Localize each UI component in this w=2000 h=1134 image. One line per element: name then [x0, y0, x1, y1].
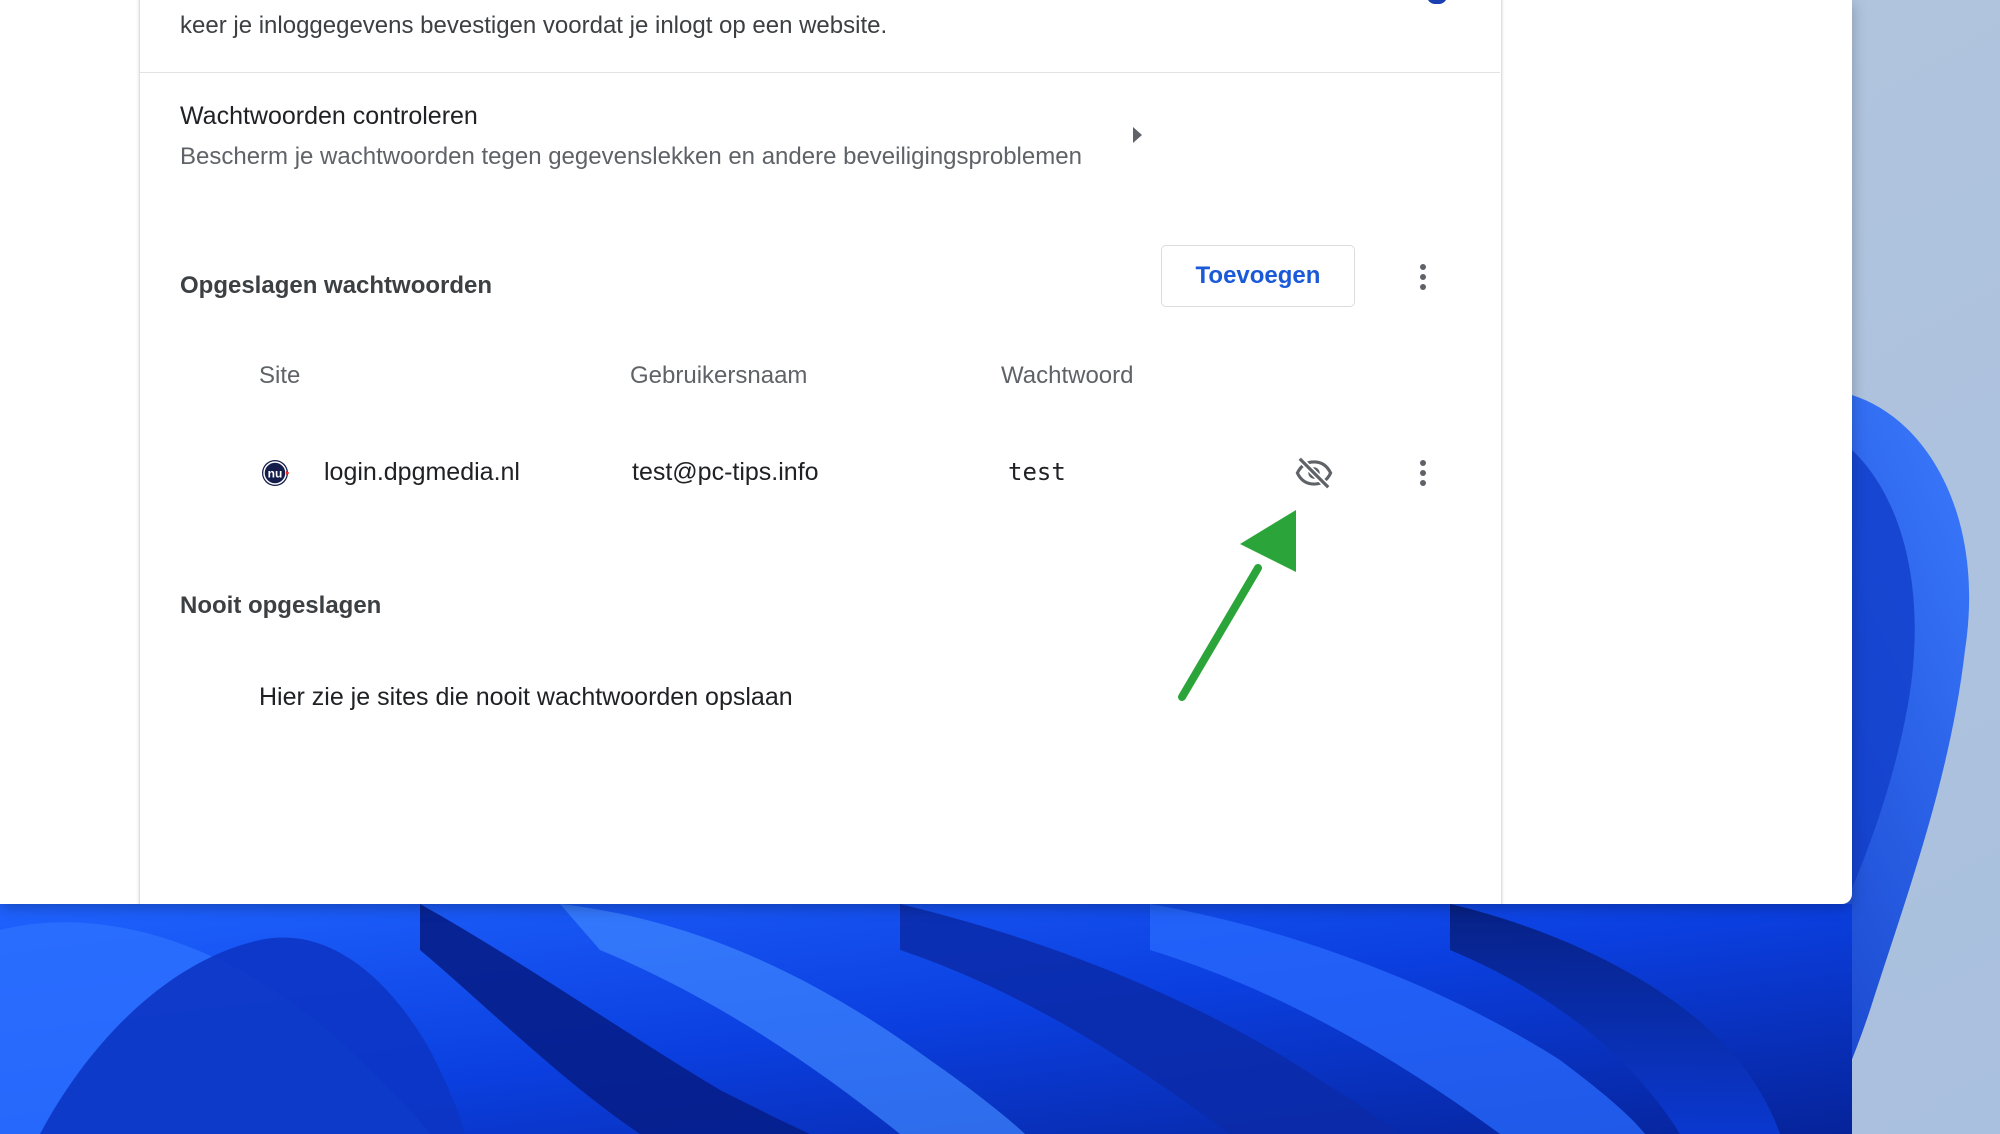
nu-site-favicon: nu: [262, 460, 289, 486]
username-value: test@pc-tips.info: [632, 458, 819, 486]
svg-text:nu: nu: [268, 467, 283, 481]
eye-off-icon[interactable]: [1293, 452, 1335, 494]
column-header-password: Wachtwoord: [1001, 362, 1134, 389]
column-header-username: Gebruikersnaam: [630, 362, 808, 389]
saved-passwords-heading: Opgeslagen wachtwoorden: [180, 272, 493, 299]
offer-to-save-description: keer je inloggegevens bevestigen voordat…: [180, 12, 888, 39]
more-vert-icon[interactable]: [1405, 259, 1441, 295]
more-vert-icon[interactable]: [1405, 455, 1441, 491]
arrow-right-icon: [1133, 127, 1142, 143]
add-password-button[interactable]: Toevoegen: [1161, 245, 1355, 307]
never-saved-heading: Nooit opgeslagen: [180, 592, 382, 619]
browser-window: keer je inloggegevens bevestigen voordat…: [0, 0, 1852, 904]
check-passwords-row[interactable]: Wachtwoorden controleren Bescherm je wac…: [140, 73, 1500, 203]
password-value: test: [1008, 458, 1066, 486]
site-link[interactable]: login.dpgmedia.nl: [324, 458, 520, 487]
check-passwords-title: Wachtwoorden controleren: [180, 102, 478, 130]
column-header-site: Site: [259, 362, 301, 389]
check-passwords-subtitle: Bescherm je wachtwoorden tegen gegevensl…: [180, 143, 1082, 170]
never-saved-empty-text: Hier zie je sites die nooit wachtwoorden…: [259, 683, 793, 711]
password-list-item: nu login.dpgmedia.nl test@pc-tips.info t…: [140, 437, 1500, 509]
